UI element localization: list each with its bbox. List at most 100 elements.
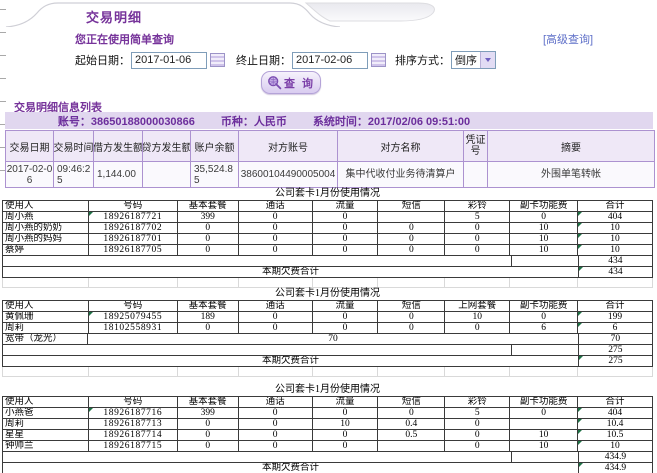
- cell: 70: [579, 334, 653, 345]
- excel-flag-icon: [578, 441, 582, 445]
- cell: 0: [178, 323, 239, 334]
- tick-mark: [0, 101, 6, 102]
- cell: 周小燕的妈妈: [3, 234, 89, 245]
- cell: 0: [239, 312, 313, 323]
- cell: 0: [313, 408, 379, 419]
- cell: 10.4: [578, 419, 653, 430]
- cell: 0.5: [378, 430, 445, 441]
- cell: 6: [578, 323, 653, 334]
- cell: 0: [178, 430, 239, 441]
- cell: 0: [313, 323, 379, 334]
- cell: 0: [178, 419, 239, 430]
- column-header: 贷方发生额: [143, 131, 191, 161]
- column-header: 副卡功能费: [510, 201, 578, 212]
- cell: 5: [445, 212, 510, 223]
- cell: 10: [578, 223, 653, 234]
- column-header: 摘要: [488, 131, 654, 161]
- cell: [178, 278, 239, 288]
- cell: [239, 278, 313, 288]
- column-header: 使用人: [3, 301, 89, 312]
- column-header: 基本套餐: [178, 201, 239, 212]
- excel-flag-icon: [578, 312, 582, 316]
- cell: 集中代收付业务待清算户: [338, 161, 464, 187]
- table-row: 本期欠费合计434.9: [2, 463, 653, 473]
- cell: 外围单笔转帐: [488, 161, 654, 187]
- cell: 小燕爸: [3, 408, 89, 419]
- cell: 18926187716: [89, 408, 178, 419]
- cell: 1,144.00: [94, 161, 143, 187]
- cell: 0: [510, 212, 578, 223]
- column-header: 使用人: [3, 397, 89, 408]
- calendar-icon[interactable]: [210, 53, 225, 67]
- cell: 404: [578, 408, 653, 419]
- column-header: 号码: [89, 397, 178, 408]
- cell: 本期欠费合计: [3, 267, 579, 278]
- cell: 2017-02-06: [6, 161, 54, 187]
- tick-mark: [0, 78, 6, 79]
- cell: 0: [239, 419, 313, 430]
- calendar-icon[interactable]: [371, 53, 386, 67]
- column-header: 通话: [239, 201, 313, 212]
- cell: [3, 367, 89, 377]
- cell: [178, 367, 239, 377]
- cell: 0: [445, 223, 510, 234]
- cell: 18926187713: [89, 419, 178, 430]
- cell: 0: [178, 245, 239, 256]
- excel-flag-icon: [578, 223, 582, 227]
- usage-header-row: 使用人号码基本套餐通话流量短信彩铃副卡功能费合计: [2, 200, 653, 212]
- cell: [89, 367, 178, 377]
- cell: [512, 345, 579, 356]
- cell: [464, 161, 488, 187]
- cell: 0: [378, 408, 445, 419]
- sort-select[interactable]: 倒序: [451, 51, 496, 69]
- cell: 189: [178, 312, 239, 323]
- end-date-input[interactable]: 2017-02-06: [292, 52, 368, 69]
- cell: 275: [579, 356, 653, 367]
- excel-flag-icon: [89, 408, 93, 412]
- sort-label: 排序方式：: [395, 52, 450, 68]
- table-row: 本期欠费合计434: [2, 267, 653, 278]
- cell: 10: [578, 234, 653, 245]
- column-header: 基本套餐: [178, 397, 239, 408]
- tick-mark: [0, 9, 6, 10]
- cell: 0: [445, 323, 510, 334]
- cell: [89, 278, 178, 288]
- cell: 18926187721: [89, 212, 178, 223]
- cell: 0: [178, 441, 239, 452]
- excel-flag-icon: [89, 312, 93, 316]
- column-header: 合计: [578, 397, 653, 408]
- cell: 10: [578, 245, 653, 256]
- column-header: 使用人: [3, 201, 89, 212]
- cell: 434.9: [579, 452, 653, 463]
- query-button[interactable]: 查 询: [261, 71, 321, 94]
- excel-flag-icon: [578, 245, 582, 249]
- cell: 周莉: [3, 419, 89, 430]
- cell: 399: [178, 212, 239, 223]
- cell: 09:46:25: [54, 161, 94, 187]
- start-date-input[interactable]: 2017-01-06: [131, 52, 207, 69]
- tab-transaction-detail[interactable]: 交易明细: [86, 7, 142, 26]
- cell: 5: [445, 408, 510, 419]
- excel-flag-icon: [578, 430, 582, 434]
- cell: 0: [239, 234, 313, 245]
- cell: 宽带（龙光）: [3, 334, 88, 345]
- cell: 38600104490005004: [239, 161, 338, 187]
- account-bar: 账号：38650188000030866 币种：人民币 系统时间：2017/02…: [5, 112, 653, 129]
- cell: 0: [445, 430, 510, 441]
- query-controls: 起始日期： 2017-01-06 终止日期： 2017-02-06 排序方式： …: [75, 51, 496, 69]
- excel-flag-icon: [579, 356, 583, 360]
- column-header: 合计: [578, 201, 653, 212]
- cell: 10: [510, 223, 578, 234]
- excel-flag-icon: [578, 234, 582, 238]
- column-header: 对方账号: [239, 131, 338, 161]
- usage-table-title: 公司套卡1月份使用情况: [2, 188, 653, 200]
- cell: 周小燕: [3, 212, 89, 223]
- column-header: 交易日期: [6, 131, 54, 161]
- cell: 10: [510, 245, 578, 256]
- advanced-query-link[interactable]: [高级查询]: [543, 31, 593, 47]
- start-date-label: 起始日期：: [75, 52, 130, 68]
- cell: 0: [313, 430, 379, 441]
- cell: 0: [313, 245, 379, 256]
- cell: 0: [313, 312, 379, 323]
- account-number: 账号：38650188000030866: [58, 113, 195, 129]
